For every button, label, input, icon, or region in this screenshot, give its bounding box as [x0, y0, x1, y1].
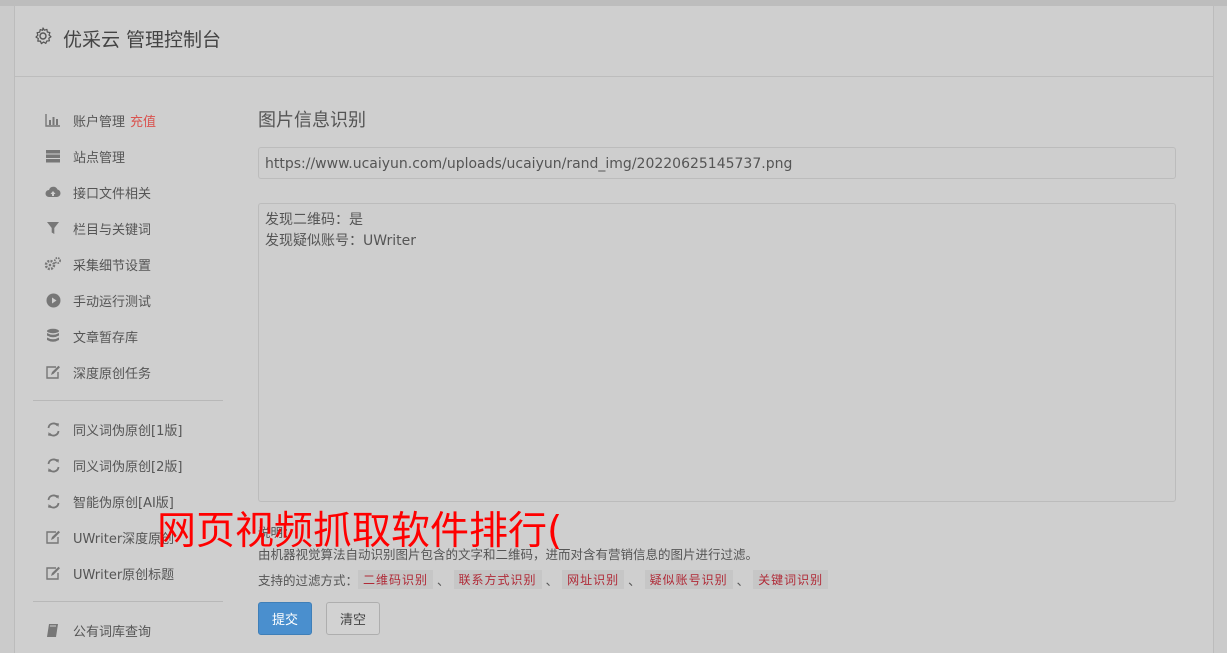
filter-tag-url: 网址识别: [562, 570, 625, 589]
filter-separator: 、: [736, 573, 750, 588]
sidebar-item-label: 深度原创任务: [73, 366, 152, 382]
edit-icon: [44, 564, 62, 582]
refresh-icon: [44, 492, 62, 510]
recognition-result-textarea[interactable]: 发现二维码：是 发现疑似账号：UWriter: [258, 203, 1176, 502]
sidebar-item-manual-test[interactable]: 手动运行测试: [33, 282, 223, 318]
sidebar-divider: [33, 400, 223, 401]
edit-icon: [44, 363, 62, 381]
sidebar-item-deep-original-tasks[interactable]: 深度原创任务: [33, 354, 223, 390]
submit-button[interactable]: 提交: [258, 602, 312, 635]
main-content: 图片信息识别 https://www.ucaiyun.com/uploads/u…: [258, 106, 1178, 635]
sidebar-item-synonym-v2[interactable]: 同义词伪原创[2版]: [33, 447, 223, 483]
sidebar-item-label: 同义词伪原创[1版]: [73, 423, 183, 439]
sidebar-item-label: 文章暂存库: [73, 330, 139, 346]
sidebar: 账户管理 充值 站点管理 接口文件相关 栏目与关键词 采集细节设置 手动运行测试…: [33, 102, 223, 648]
recharge-link[interactable]: 充值: [130, 111, 156, 130]
sidebar-item-collection-settings[interactable]: 采集细节设置: [33, 246, 223, 282]
cogs-icon: [44, 255, 62, 273]
filter-methods: 支持的过滤方式： 二维码识别 、 联系方式识别 、 网址识别 、 疑似账号识别 …: [258, 570, 1176, 589]
filter-icon: [44, 219, 62, 237]
book-icon: [44, 621, 62, 639]
filter-tag-contact: 联系方式识别: [453, 570, 542, 589]
image-url-input[interactable]: https://www.ucaiyun.com/uploads/ucaiyun/…: [258, 147, 1176, 179]
cloud-upload-icon: [44, 183, 62, 201]
result-line: 发现疑似账号：UWriter: [265, 233, 416, 249]
result-line: 发现二维码：是: [265, 212, 363, 228]
sidebar-item-account[interactable]: 账户管理 充值: [33, 102, 223, 138]
sidebar-item-label: 接口文件相关: [73, 186, 152, 202]
sidebar-item-label: 账户管理: [73, 114, 126, 130]
database-icon: [44, 327, 62, 345]
refresh-icon: [44, 420, 62, 438]
sidebar-divider: [33, 601, 223, 602]
filter-tag-keyword: 关键词识别: [753, 570, 829, 589]
gear-icon: [33, 26, 53, 46]
sidebar-item-sites[interactable]: 站点管理: [33, 138, 223, 174]
filter-separator: 、: [545, 573, 559, 588]
clear-button[interactable]: 清空: [326, 602, 380, 635]
sidebar-item-synonym-v1[interactable]: 同义词伪原创[1版]: [33, 411, 223, 447]
sidebar-item-label: 站点管理: [73, 150, 126, 166]
filter-separator: 、: [628, 573, 641, 588]
page-header: 优采云 管理控制台: [15, 6, 1213, 77]
sidebar-item-label: UWriter原创标题: [73, 567, 175, 583]
filter-separator: 、: [437, 573, 450, 588]
sidebar-item-interface-files[interactable]: 接口文件相关: [33, 174, 223, 210]
sidebar-item-columns-keywords[interactable]: 栏目与关键词: [33, 210, 223, 246]
page-title: 优采云 管理控制台: [63, 29, 222, 51]
edit-icon: [44, 528, 62, 546]
sidebar-item-label: 公有词库查询: [73, 624, 152, 640]
sidebar-item-label: 同义词伪原创[2版]: [73, 459, 183, 475]
filters-label: 支持的过滤方式：: [258, 573, 359, 588]
section-title: 图片信息识别: [258, 110, 366, 131]
sidebar-item-article-storage[interactable]: 文章暂存库: [33, 318, 223, 354]
sidebar-item-label: 采集细节设置: [73, 258, 152, 274]
watermark-overlay: 网页视频抓取软件排行(: [157, 509, 563, 554]
filter-tag-qrcode: 二维码识别: [358, 570, 434, 589]
filter-tag-account: 疑似账号识别: [644, 570, 733, 589]
sidebar-item-label: 栏目与关键词: [73, 222, 152, 238]
sidebar-item-uwriter-title[interactable]: UWriter原创标题: [33, 555, 223, 591]
sidebar-item-public-thesaurus[interactable]: 公有词库查询: [33, 612, 223, 648]
bar-chart-icon: [44, 111, 62, 129]
play-circle-icon: [44, 291, 62, 309]
sidebar-item-label: 手动运行测试: [73, 294, 152, 310]
server-icon: [44, 147, 62, 165]
refresh-icon: [44, 456, 62, 474]
